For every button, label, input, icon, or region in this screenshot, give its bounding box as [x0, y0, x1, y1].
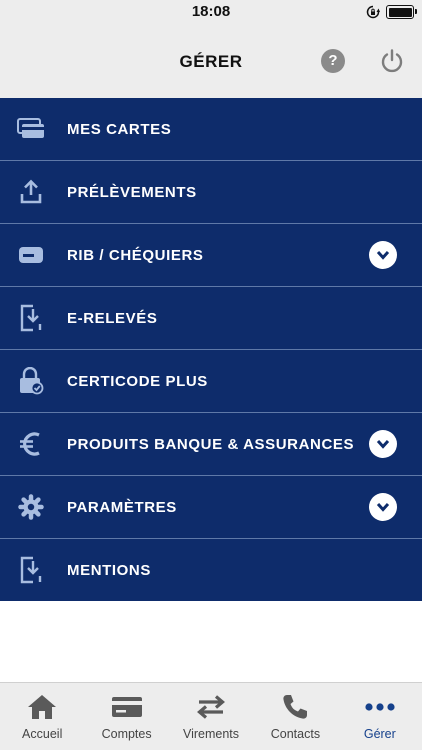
transfer-arrows-icon	[195, 693, 227, 721]
document-download-icon	[16, 555, 46, 585]
tab-label: Accueil	[22, 727, 63, 741]
phone-icon	[279, 693, 311, 721]
header: GÉRER ?	[0, 24, 422, 98]
help-button[interactable]: ?	[321, 49, 345, 73]
menu-item-mes-cartes[interactable]: MES CARTES	[0, 98, 422, 161]
menu-item-parametres[interactable]: PARAMÈTRES	[0, 476, 422, 539]
power-icon	[381, 49, 403, 73]
menu-item-prelevements[interactable]: PRÉLÈVEMENTS	[0, 161, 422, 224]
battery-icon	[386, 5, 417, 19]
menu-item-rib-chequiers[interactable]: RIB / CHÉQUIERS	[0, 224, 422, 287]
menu-item-produits-banque-assurances[interactable]: PRODUITS BANQUE & ASSURANCES	[0, 413, 422, 476]
upload-icon	[16, 177, 46, 207]
menu-item-label: E-RELEVÉS	[67, 309, 158, 327]
home-icon	[26, 693, 58, 721]
menu-item-mentions[interactable]: MENTIONS	[0, 539, 422, 601]
menu-item-label: MES CARTES	[67, 120, 172, 138]
tab-gerer[interactable]: Gérer	[338, 683, 422, 750]
tab-label: Virements	[182, 727, 240, 741]
rotation-lock-icon	[366, 5, 380, 19]
more-dots-icon	[364, 693, 396, 721]
cards-icon	[16, 114, 46, 144]
tab-accueil[interactable]: Accueil	[0, 683, 84, 750]
menu-item-label: PARAMÈTRES	[67, 498, 177, 516]
menu-item-certicode-plus[interactable]: CERTICODE PLUS	[0, 350, 422, 413]
chevron-down-icon	[376, 439, 390, 449]
status-time: 18:08	[191, 3, 231, 20]
expand-button[interactable]	[369, 241, 397, 269]
menu-item-label: CERTICODE PLUS	[67, 372, 208, 390]
menu-item-label: PRÉLÈVEMENTS	[67, 183, 197, 201]
euro-icon	[16, 429, 46, 459]
menu-item-label: PRODUITS BANQUE & ASSURANCES	[67, 435, 355, 453]
expand-button[interactable]	[369, 430, 397, 458]
tab-label: Contacts	[270, 727, 321, 741]
tab-bar: Accueil Comptes Virements Contacts Gérer	[0, 682, 422, 750]
menu-item-label: MENTIONS	[67, 561, 151, 579]
menu-item-e-releves[interactable]: E-RELEVÉS	[0, 287, 422, 350]
expand-button[interactable]	[369, 493, 397, 521]
manage-menu: MES CARTES PRÉLÈVEMENTS RIB / CHÉQUIERS	[0, 98, 422, 601]
card-icon	[111, 693, 143, 721]
checkbook-icon	[16, 240, 46, 270]
chevron-down-icon	[376, 502, 390, 512]
tab-label: Comptes	[101, 727, 152, 741]
menu-item-label: RIB / CHÉQUIERS	[67, 246, 204, 264]
tab-comptes[interactable]: Comptes	[84, 683, 168, 750]
tab-contacts[interactable]: Contacts	[253, 683, 337, 750]
tab-label: Gérer	[363, 727, 396, 741]
status-bar: 18:08	[0, 0, 422, 24]
status-icons	[366, 4, 417, 20]
padlock-check-icon	[16, 366, 46, 396]
page-title: GÉRER	[179, 52, 243, 71]
logout-button[interactable]	[379, 48, 405, 74]
tab-virements[interactable]: Virements	[169, 683, 253, 750]
gear-icon	[16, 492, 46, 522]
chevron-down-icon	[376, 250, 390, 260]
document-download-icon	[16, 303, 46, 333]
